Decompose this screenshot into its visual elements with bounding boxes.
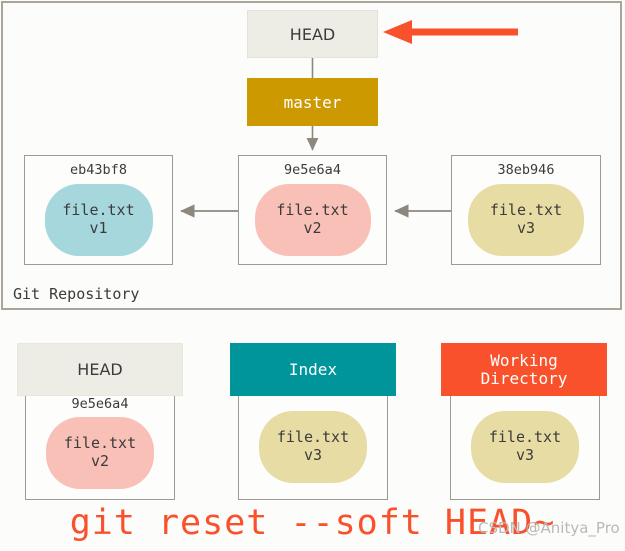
commit-hash: eb43bf8: [70, 162, 127, 178]
head-pointer-box[interactable]: HEAD: [247, 10, 378, 58]
area-header-head[interactable]: HEAD: [17, 343, 183, 396]
watermark: CSDN @Anitya_Pro: [478, 519, 620, 537]
area-working-directory-blob: file.txt v3: [471, 411, 579, 483]
commit-hash: 38eb946: [497, 162, 555, 178]
area-header-working-directory-label-line2: Directory: [480, 368, 568, 388]
blob-version: v3: [516, 218, 536, 237]
diagram-root: Git Repository HEAD master eb43bf8 file.…: [0, 0, 625, 551]
area-body-index: file.txt v3: [238, 388, 388, 500]
commit-box-eb43bf8[interactable]: eb43bf8 file.txt v1: [24, 155, 173, 265]
git-repository-label: Git Repository: [13, 285, 140, 303]
area-header-working-directory-label-line1: Working: [490, 350, 558, 370]
commit-box-38eb946[interactable]: 38eb946 file.txt v3: [451, 155, 601, 265]
master-branch-label: master: [283, 92, 342, 112]
blob-version: v1: [89, 218, 108, 237]
area-header-working-directory[interactable]: Working Directory: [441, 343, 607, 396]
area-header-index-label: Index: [288, 359, 338, 379]
blob-version: v3: [515, 446, 535, 464]
blob-filename: file.txt: [63, 434, 137, 453]
blob-version: v3: [303, 446, 323, 464]
area-header-head-label: HEAD: [77, 359, 123, 379]
area-head-blob: file.txt v2: [46, 416, 154, 489]
head-pointer-label: HEAD: [289, 24, 336, 44]
blob-filename: file.txt: [276, 201, 349, 220]
blob-version: v2: [303, 218, 322, 237]
area-header-index[interactable]: Index: [230, 343, 396, 396]
blob-filename: file.txt: [62, 201, 135, 220]
area-head-hash: 9e5e6a4: [71, 396, 129, 412]
blob-filename: file.txt: [489, 201, 563, 220]
blob-file-v3: file.txt v3: [468, 183, 584, 256]
blob-file-v1: file.txt v1: [44, 183, 153, 256]
area-index-blob: file.txt v3: [259, 411, 367, 483]
blob-filename: file.txt: [276, 428, 350, 447]
blob-file-v2: file.txt v2: [254, 183, 371, 256]
master-branch-box[interactable]: master: [247, 78, 378, 126]
blob-version: v2: [90, 451, 110, 470]
area-body-working-directory: file.txt v3: [450, 388, 600, 500]
area-body-head: 9e5e6a4 file.txt v2: [25, 388, 175, 500]
commit-box-9e5e6a4[interactable]: 9e5e6a4 file.txt v2: [238, 155, 387, 265]
commit-hash: 9e5e6a4: [284, 162, 341, 178]
blob-filename: file.txt: [488, 428, 562, 447]
